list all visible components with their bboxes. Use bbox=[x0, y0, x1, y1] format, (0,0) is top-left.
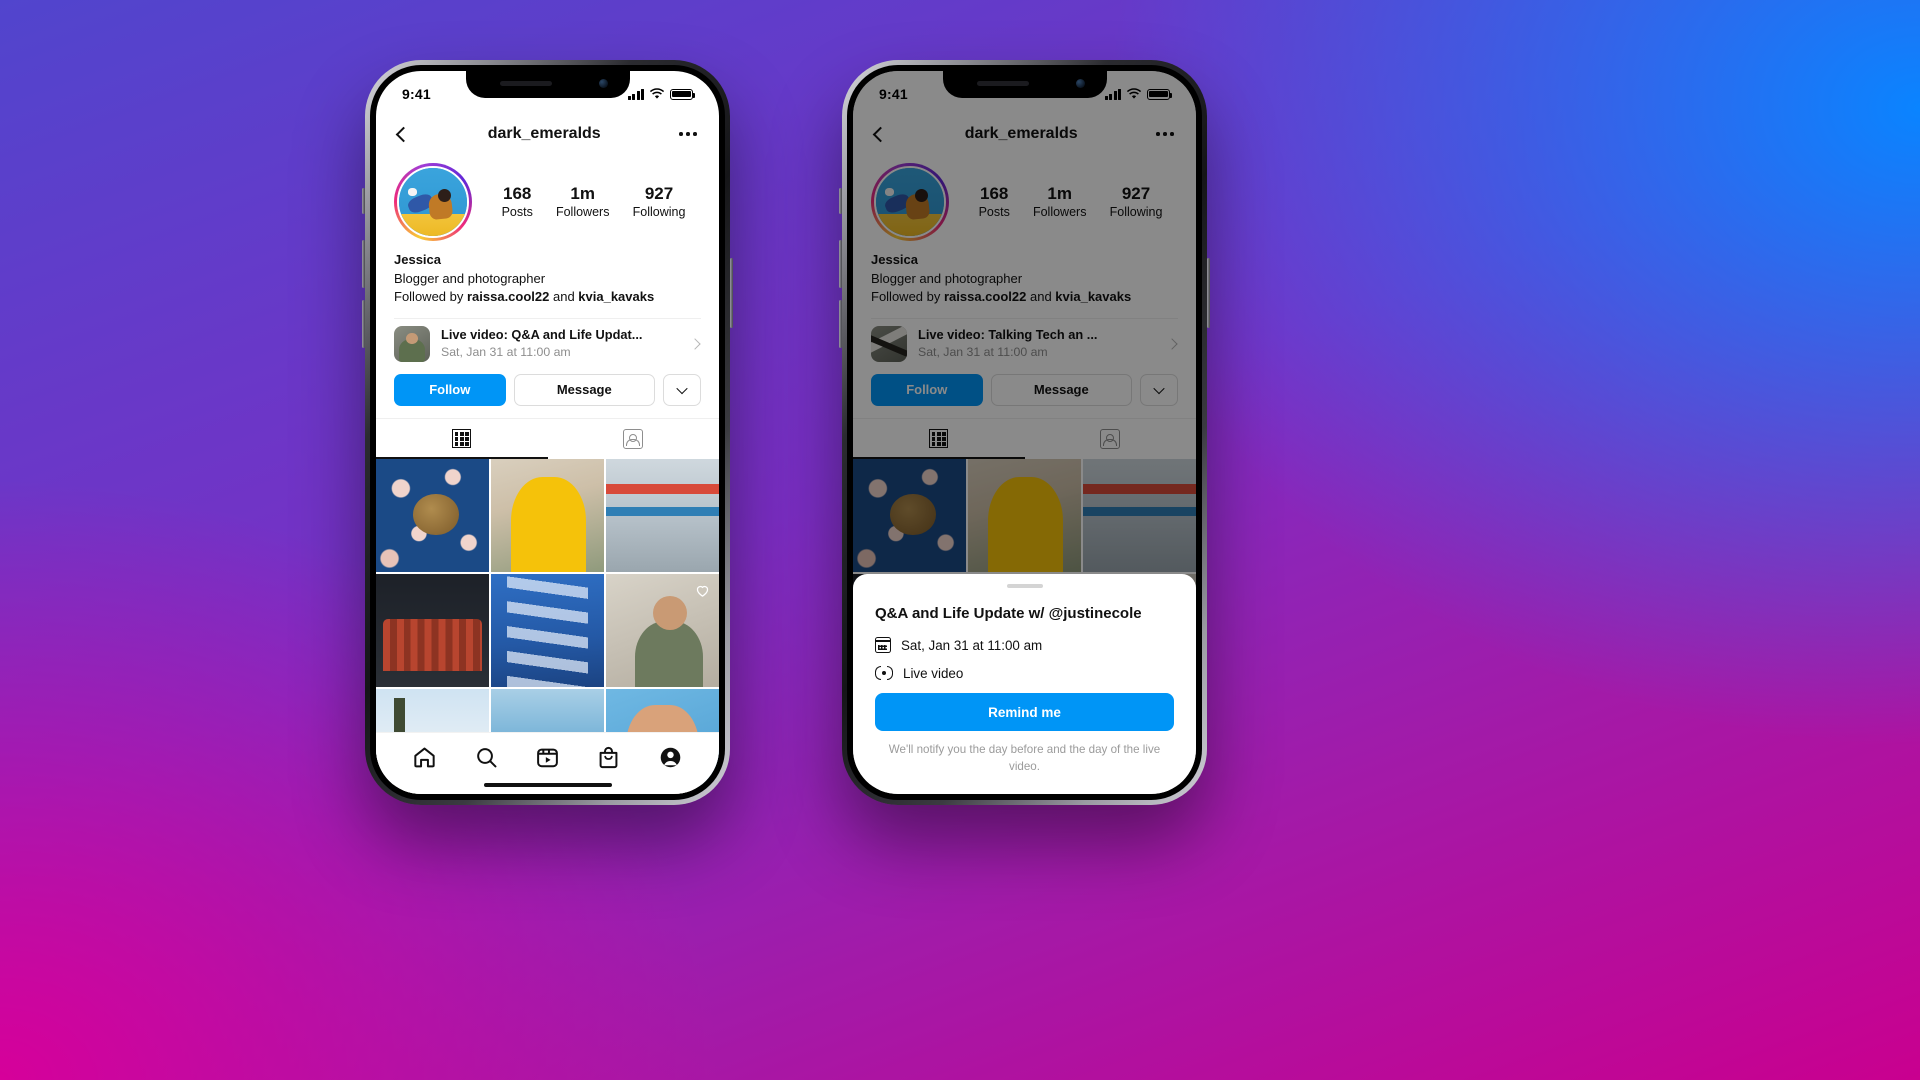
profile-bio: Jessica Blogger and photographer Followe… bbox=[376, 241, 719, 307]
notch bbox=[942, 71, 1107, 98]
volume-down-button[interactable] bbox=[362, 300, 365, 348]
stat-label: Posts bbox=[501, 205, 533, 220]
status-icons bbox=[627, 88, 696, 100]
ellipsis-icon[interactable] bbox=[679, 132, 697, 136]
profile-description: Blogger and photographer bbox=[394, 270, 546, 286]
phone-screen-left: 9:41 dark_emeralds 168 Posts 1m Follower… bbox=[376, 71, 719, 794]
earpiece-speaker bbox=[499, 81, 552, 86]
grid-photo[interactable] bbox=[605, 573, 719, 688]
power-button[interactable] bbox=[730, 258, 733, 328]
home-indicator[interactable] bbox=[483, 782, 612, 787]
chevron-right-icon[interactable] bbox=[689, 338, 701, 350]
followed-by-text: Followed by raissa.cool22 and kvia_kavak… bbox=[394, 288, 701, 307]
profile-header: dark_emeralds bbox=[376, 111, 719, 157]
grid-icon bbox=[452, 429, 472, 449]
heart-icon bbox=[696, 585, 709, 597]
battery-icon bbox=[670, 88, 696, 100]
followed-by-join: and bbox=[549, 289, 579, 305]
phone-bezel: 9:41 dark_emeralds 168 Posts 1m Follower… bbox=[847, 65, 1202, 800]
live-video-text: Live video: Q&A and Life Updat... Sat, J… bbox=[441, 326, 680, 361]
follow-button[interactable]: Follow bbox=[394, 373, 506, 406]
stat-label: Following bbox=[632, 205, 686, 220]
stat-following[interactable]: 927 Following bbox=[633, 183, 686, 220]
avatar-image bbox=[396, 165, 470, 239]
sheet-note: We'll notify you the day before and the … bbox=[888, 743, 1161, 774]
chevron-down-icon bbox=[676, 382, 688, 395]
grid-photo[interactable] bbox=[376, 573, 490, 688]
phone-right: 9:41 dark_emeralds 168 Posts 1m Follower… bbox=[839, 60, 1210, 805]
followed-by-prefix: Followed by bbox=[394, 289, 467, 305]
home-icon[interactable] bbox=[412, 745, 437, 770]
remind-me-button[interactable]: Remind me bbox=[875, 693, 1174, 732]
mute-switch[interactable] bbox=[839, 188, 842, 214]
followed-by-user2[interactable]: kvia_kavaks bbox=[578, 289, 654, 304]
mute-switch[interactable] bbox=[362, 188, 365, 214]
grid-photo[interactable] bbox=[490, 458, 605, 573]
volume-down-button[interactable] bbox=[839, 300, 842, 348]
stat-posts[interactable]: 168 Posts bbox=[502, 183, 533, 220]
avatar[interactable] bbox=[394, 163, 472, 241]
message-button[interactable]: Message bbox=[513, 373, 655, 406]
stat-value: 168 bbox=[503, 184, 532, 204]
notch bbox=[465, 71, 630, 98]
cellular-bars-icon bbox=[627, 88, 644, 100]
volume-up-button[interactable] bbox=[362, 240, 365, 288]
grid-photo[interactable] bbox=[376, 458, 490, 573]
grid-photo[interactable] bbox=[490, 573, 605, 688]
stat-followers[interactable]: 1m Followers bbox=[556, 183, 610, 220]
profile-summary-row: 168 Posts 1m Followers 927 Following bbox=[376, 157, 719, 241]
more-options-button[interactable] bbox=[663, 373, 701, 406]
live-video-bottom-sheet: Q&A and Life Update w/ @justinecole Sat,… bbox=[853, 573, 1196, 794]
profile-content-tabs bbox=[376, 417, 720, 459]
profile-icon[interactable] bbox=[658, 745, 683, 770]
live-broadcast-icon bbox=[875, 665, 893, 681]
stat-value: 1m bbox=[570, 184, 595, 204]
sheet-type: Live video bbox=[903, 665, 964, 681]
profile-stats: 168 Posts 1m Followers 927 Following bbox=[490, 183, 701, 220]
phone-left: 9:41 dark_emeralds 168 Posts 1m Follower… bbox=[362, 60, 733, 805]
live-video-row[interactable]: Live video: Q&A and Life Updat... Sat, J… bbox=[394, 317, 701, 371]
sheet-date: Sat, Jan 31 at 11:00 am bbox=[901, 637, 1043, 653]
front-camera bbox=[598, 79, 608, 88]
phone-bezel: 9:41 dark_emeralds 168 Posts 1m Follower… bbox=[370, 65, 725, 800]
profile-name: Jessica bbox=[394, 252, 441, 267]
volume-up-button[interactable] bbox=[839, 240, 842, 288]
wifi-icon bbox=[649, 88, 665, 99]
live-video-time: Sat, Jan 31 at 11:00 am bbox=[441, 345, 571, 360]
shop-bag-icon[interactable] bbox=[596, 745, 621, 770]
profile-actions: Follow Message bbox=[376, 371, 719, 418]
front-camera bbox=[1075, 79, 1085, 88]
page-title: dark_emeralds bbox=[487, 125, 601, 142]
phone-screen-right: 9:41 dark_emeralds 168 Posts 1m Follower… bbox=[853, 71, 1196, 794]
tab-tagged[interactable] bbox=[548, 419, 720, 459]
sheet-title: Q&A and Life Update w/ @justinecole bbox=[875, 605, 1142, 623]
status-time: 9:41 bbox=[402, 86, 431, 102]
reels-icon[interactable] bbox=[535, 745, 560, 770]
sheet-type-row: Live video bbox=[875, 665, 1174, 681]
tagged-person-icon bbox=[623, 428, 644, 449]
stat-label: Followers bbox=[555, 205, 610, 220]
calendar-icon bbox=[875, 637, 891, 654]
followed-by-user1[interactable]: raissa.cool22 bbox=[467, 289, 549, 304]
drag-handle[interactable] bbox=[1006, 583, 1043, 589]
tab-grid[interactable] bbox=[376, 419, 548, 459]
live-video-title: Live video: Q&A and Life Updat... bbox=[441, 327, 643, 343]
stat-value: 927 bbox=[644, 184, 674, 204]
earpiece-speaker bbox=[976, 81, 1029, 86]
grid-photo[interactable] bbox=[605, 458, 719, 573]
search-icon[interactable] bbox=[474, 745, 499, 770]
power-button[interactable] bbox=[1207, 258, 1210, 328]
sheet-date-row: Sat, Jan 31 at 11:00 am bbox=[875, 637, 1174, 654]
live-video-thumbnail bbox=[394, 325, 430, 362]
